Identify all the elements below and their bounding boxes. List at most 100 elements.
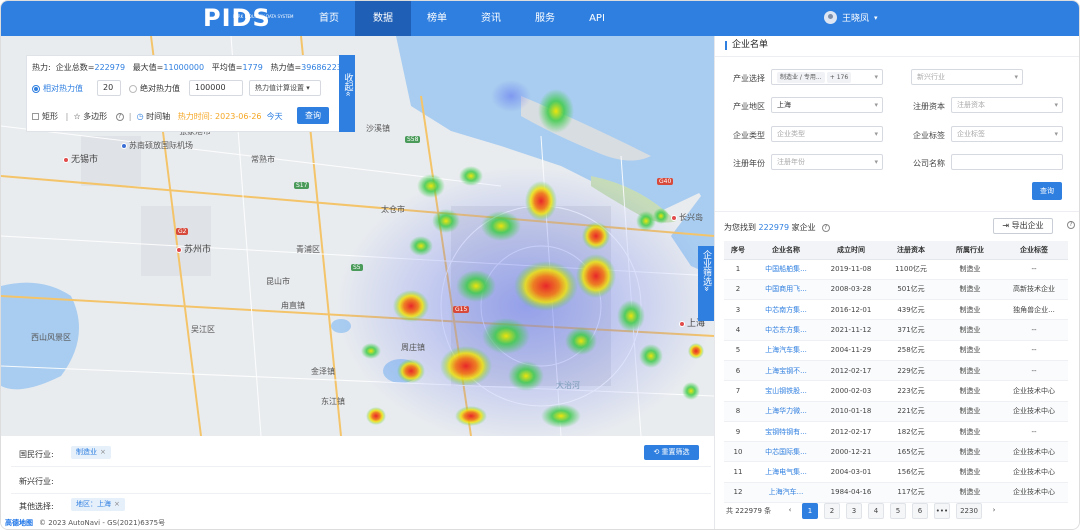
row-company-name[interactable]: 上海汽车集... bbox=[752, 340, 820, 361]
timeline-toggle[interactable]: ◷ 时间轴 bbox=[137, 112, 171, 121]
table-row[interactable]: 12 上海汽车... 1984-04-16 117亿元 制造业 企业技术中心 bbox=[724, 482, 1068, 504]
polygon-tool[interactable]: ☆ 多边形 bbox=[73, 112, 107, 121]
type-select[interactable]: 企业类型 ▾ bbox=[771, 126, 883, 142]
col-industry[interactable]: 所属行业 bbox=[940, 241, 1000, 260]
next-page-button[interactable]: › bbox=[986, 503, 1002, 519]
heat-calc-select[interactable]: 热力值计算设置 ▾ bbox=[249, 80, 321, 96]
capital-select[interactable]: 注册资本 ▾ bbox=[951, 97, 1063, 113]
col-capital[interactable]: 注册资本 bbox=[882, 241, 940, 260]
chevron-down-icon: ▾ bbox=[1054, 101, 1058, 109]
company-query-button[interactable]: 查询 bbox=[1032, 182, 1062, 200]
nav-api[interactable]: API bbox=[569, 1, 625, 36]
chevron-down-icon: ▾ bbox=[874, 13, 878, 22]
row-company-name[interactable]: 中芯南方集... bbox=[752, 299, 820, 321]
region-tag[interactable]: 地区：上海 × bbox=[71, 498, 125, 511]
table-row[interactable]: 11 上海电气集... 2004-03-01 156亿元 制造业 企业技术中心 bbox=[724, 461, 1068, 483]
nav-rankings[interactable]: 榜单 bbox=[409, 1, 465, 36]
heat-query-button[interactable]: 查询 bbox=[297, 107, 329, 124]
col-tag[interactable]: 企业标签 bbox=[1000, 241, 1068, 260]
row-company-name[interactable]: 中国船舶集... bbox=[752, 259, 820, 280]
chevron-down-icon: ▾ bbox=[874, 130, 878, 138]
relative-heat-input[interactable]: 20 bbox=[97, 80, 121, 96]
table-row[interactable]: 10 中芯国际集... 2000-12-21 165亿元 制造业 企业技术中心 bbox=[724, 441, 1068, 463]
avatar bbox=[824, 11, 837, 24]
export-icon: ⇥ bbox=[1002, 221, 1010, 230]
region-select[interactable]: 上海 ▾ bbox=[771, 97, 883, 113]
row-company-name[interactable]: 上海宝钢不... bbox=[752, 360, 820, 382]
industry-select[interactable]: 制造业 / 专用... + 176 ▾ bbox=[771, 69, 883, 85]
table-row[interactable]: 9 宝钢特钢有... 2012-02-17 182亿元 制造业 -- bbox=[724, 421, 1068, 443]
row-company-name[interactable]: 中芯国际集... bbox=[752, 441, 820, 463]
page-6[interactable]: 6 bbox=[912, 503, 928, 519]
rect-tool[interactable]: 矩形 bbox=[32, 112, 58, 121]
page-2[interactable]: 2 bbox=[824, 503, 840, 519]
row-index: 11 bbox=[724, 461, 752, 483]
row-company-name[interactable]: 中国商用飞... bbox=[752, 279, 820, 301]
nav-news[interactable]: 资讯 bbox=[463, 1, 519, 36]
map-label-changxing: 长兴岛 bbox=[671, 212, 703, 223]
nav-data[interactable]: 数据 bbox=[355, 1, 411, 36]
reset-filters-button[interactable]: ⟲ 重置筛选 bbox=[644, 445, 699, 460]
row-industry: 制造业 bbox=[940, 421, 1000, 443]
table-row[interactable]: 8 上海华力微... 2010-01-18 221亿元 制造业 企业技术中心 bbox=[724, 401, 1068, 422]
row-company-name[interactable]: 宝钢特钢有... bbox=[752, 421, 820, 443]
row-company-name[interactable]: 上海华力微... bbox=[752, 401, 820, 422]
industry-tag[interactable]: 制造业 × bbox=[71, 446, 111, 459]
table-row[interactable]: 2 中国商用飞... 2008-03-28 501亿元 制造业 高新技术企业 bbox=[724, 279, 1068, 301]
row-company-name[interactable]: 上海汽车... bbox=[752, 482, 820, 504]
row-company-name[interactable]: 宝山钢铁股... bbox=[752, 380, 820, 402]
collapse-panel-button[interactable]: 收起« bbox=[339, 55, 355, 132]
nav-services[interactable]: 服务 bbox=[517, 1, 573, 36]
row-tag: 企业技术中心 bbox=[1000, 380, 1068, 402]
help-icon[interactable]: ? bbox=[1067, 221, 1075, 229]
prev-page-button[interactable]: ‹ bbox=[782, 503, 798, 519]
absolute-heat-radio[interactable] bbox=[129, 84, 137, 93]
type-filter-label: 企业类型 bbox=[733, 131, 765, 140]
col-name[interactable]: 企业名称 bbox=[752, 241, 820, 260]
table-row[interactable]: 5 上海汽车集... 2004-11-29 258亿元 制造业 -- bbox=[724, 340, 1068, 361]
row-index: 1 bbox=[724, 259, 752, 280]
page-3[interactable]: 3 bbox=[846, 503, 862, 519]
help-icon[interactable]: ? bbox=[821, 223, 830, 232]
company-filter-tab[interactable]: 企业筛选» bbox=[698, 246, 714, 321]
table-row[interactable]: 4 中芯东方集... 2021-11-12 371亿元 制造业 -- bbox=[724, 319, 1068, 341]
help-icon[interactable]: ? bbox=[115, 112, 124, 121]
col-founded[interactable]: 成立时间 bbox=[820, 241, 882, 260]
table-row[interactable]: 6 上海宝钢不... 2012-02-17 229亿元 制造业 -- bbox=[724, 360, 1068, 382]
today-link[interactable]: 今天 bbox=[267, 112, 283, 121]
row-company-name[interactable]: 上海电气集... bbox=[752, 461, 820, 483]
tag-select[interactable]: 企业标签 ▾ bbox=[951, 126, 1063, 142]
export-button[interactable]: ⇥ 导出企业 bbox=[993, 218, 1053, 234]
chevron-down-icon: ▾ bbox=[1014, 73, 1018, 81]
absolute-heat-input[interactable]: 100000 bbox=[189, 80, 243, 96]
row-index: 5 bbox=[724, 340, 752, 361]
result-count: 为您找到 222979 家企业? bbox=[724, 222, 830, 233]
company-name-input[interactable] bbox=[951, 154, 1063, 170]
table-row[interactable]: 3 中芯南方集... 2016-12-01 439亿元 制造业 独角兽企业... bbox=[724, 299, 1068, 321]
relative-heat-radio[interactable] bbox=[32, 84, 40, 93]
row-tag: 企业技术中心 bbox=[1000, 461, 1068, 483]
top-nav: PIDS PARK INDUSTRY DATA SYSTEM 首页 数据 榜单 … bbox=[1, 1, 1079, 36]
draw-tools: 矩形 | ☆ 多边形 ? | ◷ 时间轴 热力时间: 2023-06-26 今天 bbox=[32, 111, 283, 122]
new-industry-select[interactable]: 新兴行业 ▾ bbox=[911, 69, 1023, 85]
row-founded: 2004-11-29 bbox=[820, 340, 882, 361]
col-index[interactable]: 序号 bbox=[724, 241, 752, 260]
map-label-jinze: 金泽镇 bbox=[311, 367, 335, 376]
nav-home[interactable]: 首页 bbox=[301, 1, 357, 36]
table-row[interactable]: 1 中国船舶集... 2019-11-08 1100亿元 制造业 -- bbox=[724, 259, 1068, 280]
page-4[interactable]: 4 bbox=[868, 503, 884, 519]
page-last[interactable]: 2230 bbox=[956, 503, 982, 519]
row-tag: 企业技术中心 bbox=[1000, 401, 1068, 422]
user-menu[interactable]: 王晓凤 ▾ bbox=[824, 11, 878, 24]
year-select[interactable]: 注册年份 ▾ bbox=[771, 154, 883, 170]
relative-heat-option[interactable]: 相对热力值 bbox=[32, 83, 83, 94]
pids-logo[interactable]: PIDS PARK INDUSTRY DATA SYSTEM bbox=[203, 5, 294, 32]
page-1[interactable]: 1 bbox=[802, 503, 818, 519]
page-ellipsis[interactable]: ••• bbox=[934, 503, 950, 519]
close-icon: × bbox=[100, 448, 106, 456]
page-5[interactable]: 5 bbox=[890, 503, 906, 519]
region-filter-label: 产业地区 bbox=[733, 102, 765, 111]
table-row[interactable]: 7 宝山钢铁股... 2000-02-03 223亿元 制造业 企业技术中心 bbox=[724, 380, 1068, 402]
absolute-heat-option[interactable]: 绝对热力值 bbox=[129, 83, 180, 94]
row-company-name[interactable]: 中芯东方集... bbox=[752, 319, 820, 341]
